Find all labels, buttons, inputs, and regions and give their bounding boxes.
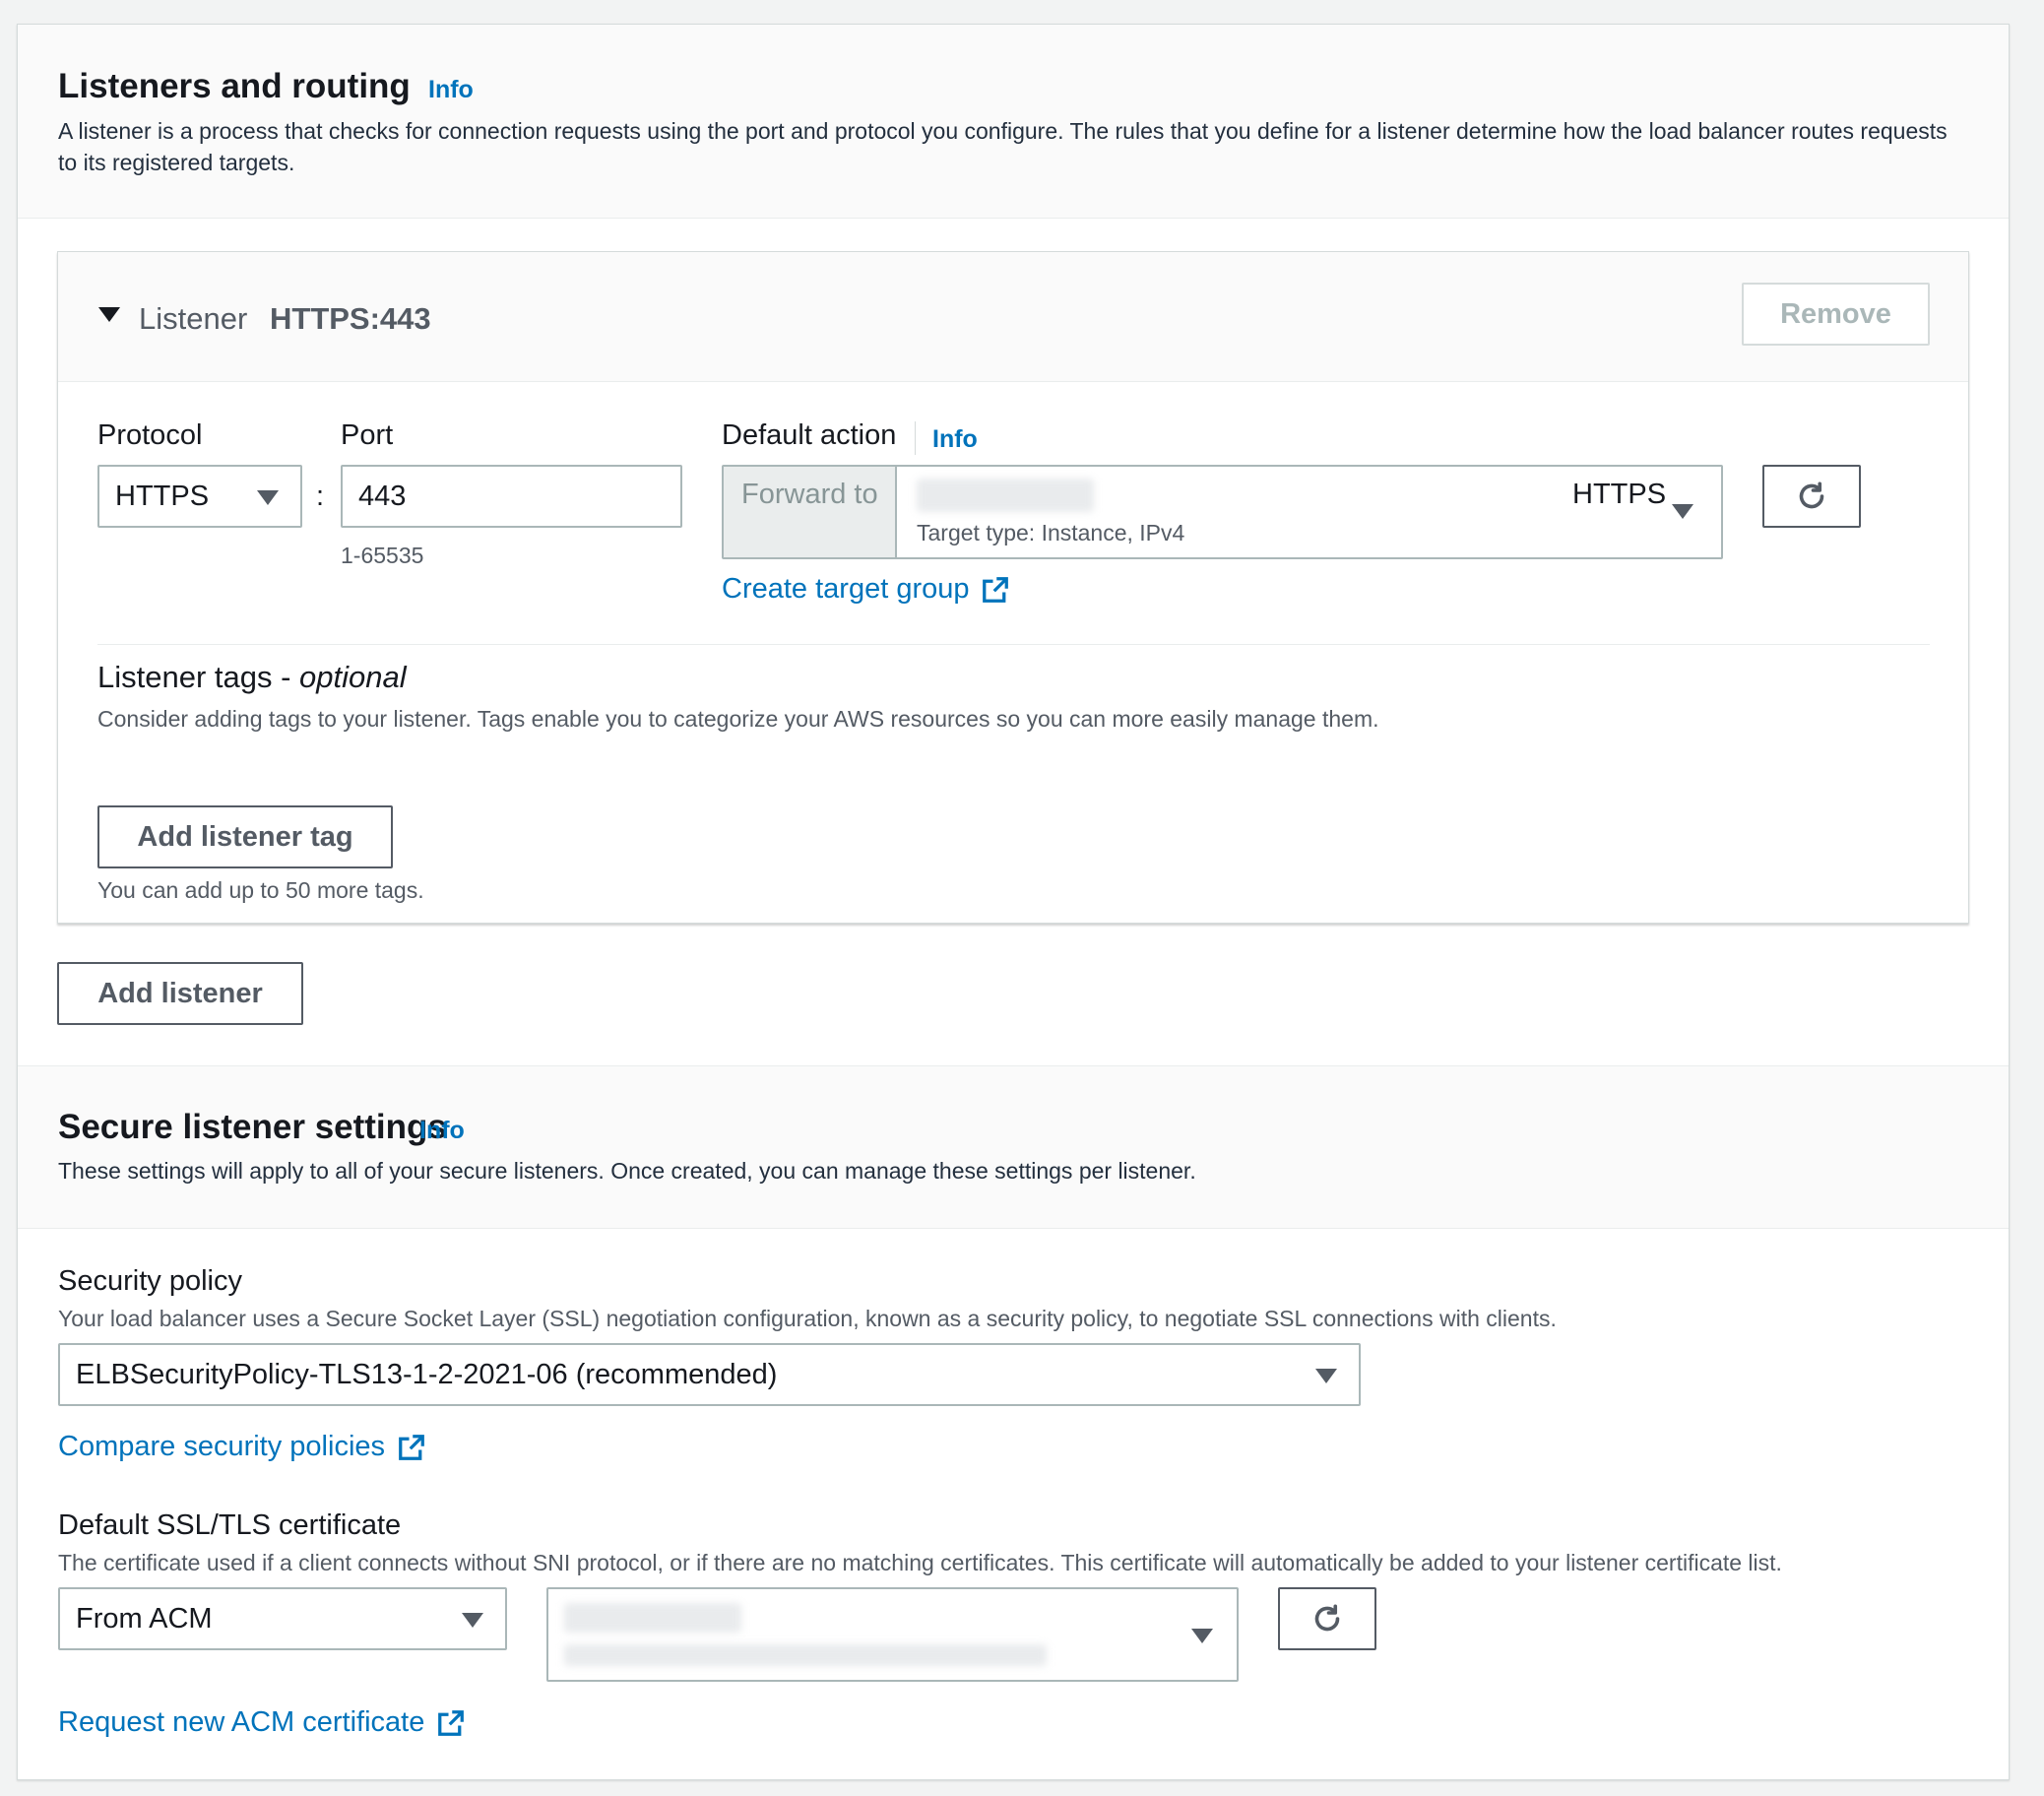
secure-info-link[interactable]: Info bbox=[419, 1117, 465, 1145]
certificate-label: Default SSL/TLS certificate bbox=[58, 1509, 402, 1541]
chevron-down-icon bbox=[1191, 1629, 1213, 1643]
add-listener-button[interactable]: Add listener bbox=[57, 962, 303, 1025]
certificate-description: The certificate used if a client connect… bbox=[58, 1550, 1782, 1575]
protocol-select-value: HTTPS bbox=[115, 481, 210, 512]
refresh-icon bbox=[1314, 1604, 1340, 1632]
create-target-group-link[interactable]: Create target group bbox=[722, 573, 1010, 606]
default-action-label: Default action bbox=[722, 419, 897, 451]
secure-title: Secure listener settings bbox=[58, 1108, 447, 1146]
listener-tags-description: Consider adding tags to your listener. T… bbox=[97, 706, 1379, 732]
default-action-info-link[interactable]: Info bbox=[932, 425, 978, 454]
refresh-icon bbox=[1799, 481, 1824, 509]
secure-header bbox=[18, 1065, 2009, 1229]
port-input[interactable]: 443 bbox=[341, 465, 682, 528]
security-policy-label: Security policy bbox=[58, 1265, 242, 1297]
tags-divider bbox=[97, 644, 1930, 645]
certificate-select[interactable] bbox=[546, 1587, 1239, 1682]
protocol-label: Protocol bbox=[97, 419, 203, 451]
target-group-name-redacted bbox=[917, 479, 1094, 512]
listeners-panel: Listeners and routing Info A listener is… bbox=[17, 24, 2010, 1780]
request-acm-certificate-link[interactable]: Request new ACM certificate bbox=[58, 1706, 466, 1739]
port-hint: 1-65535 bbox=[341, 543, 424, 568]
add-listener-tag-button[interactable]: Add listener tag bbox=[97, 805, 393, 868]
external-link-icon bbox=[438, 1709, 465, 1736]
port-input-value: 443 bbox=[358, 481, 407, 512]
external-link-icon bbox=[399, 1434, 424, 1460]
listeners-description: A listener is a process that checks for … bbox=[58, 118, 1948, 175]
certificate-source-select[interactable]: From ACM bbox=[58, 1587, 507, 1650]
certificate-name-redacted bbox=[564, 1603, 741, 1633]
listeners-info-link[interactable]: Info bbox=[428, 76, 474, 104]
compare-security-policies-link[interactable]: Compare security policies bbox=[58, 1431, 426, 1463]
listener-tags-hint: You can add up to 50 more tags. bbox=[97, 877, 424, 903]
chevron-down-icon bbox=[257, 490, 279, 505]
listeners-title: Listeners and routing bbox=[58, 67, 411, 105]
refresh-certificates-button[interactable] bbox=[1278, 1587, 1376, 1650]
default-action-divider bbox=[915, 421, 916, 455]
protocol-port-separator: : bbox=[316, 481, 325, 512]
request-acm-certificate-link-text: Request new ACM certificate bbox=[58, 1706, 425, 1738]
chevron-down-icon bbox=[1315, 1369, 1337, 1383]
protocol-select[interactable]: HTTPS bbox=[97, 465, 302, 528]
collapse-caret-icon[interactable] bbox=[98, 307, 120, 322]
target-protocol: HTTPS bbox=[1572, 479, 1667, 510]
compare-security-policies-link-text: Compare security policies bbox=[58, 1431, 386, 1462]
external-link-icon bbox=[983, 576, 1009, 603]
secure-description: These settings will apply to all of your… bbox=[58, 1158, 1196, 1184]
chevron-down-icon bbox=[462, 1613, 483, 1628]
port-label: Port bbox=[341, 419, 394, 451]
listener-tags-optional: optional bbox=[299, 660, 407, 694]
certificate-source-value: From ACM bbox=[76, 1603, 213, 1635]
certificate-id-redacted bbox=[564, 1644, 1047, 1666]
listener-name: HTTPS:443 bbox=[270, 301, 431, 336]
target-group-select[interactable]: Forward to HTTPS Target type: Instance, … bbox=[722, 465, 1723, 559]
refresh-target-groups-button[interactable] bbox=[1762, 465, 1861, 528]
listener-tags-title-text: Listener tags - bbox=[97, 660, 300, 694]
target-type: Target type: Instance, IPv4 bbox=[917, 520, 1185, 545]
create-target-group-link-text: Create target group bbox=[722, 573, 970, 605]
forward-to-label: Forward to bbox=[741, 479, 878, 510]
listener-card: Listener HTTPS:443 Remove Protocol HTTPS… bbox=[57, 251, 1969, 924]
listener-prefix: Listener bbox=[139, 301, 248, 336]
security-policy-select[interactable]: ELBSecurityPolicy-TLS13-1-2-2021-06 (rec… bbox=[58, 1343, 1361, 1406]
security-policy-description: Your load balancer uses a Secure Socket … bbox=[58, 1306, 1557, 1331]
chevron-down-icon bbox=[1672, 504, 1693, 519]
remove-listener-button[interactable]: Remove bbox=[1742, 283, 1930, 346]
listener-tags-title: Listener tags - optional bbox=[97, 660, 407, 695]
security-policy-value: ELBSecurityPolicy-TLS13-1-2-2021-06 (rec… bbox=[76, 1359, 778, 1390]
